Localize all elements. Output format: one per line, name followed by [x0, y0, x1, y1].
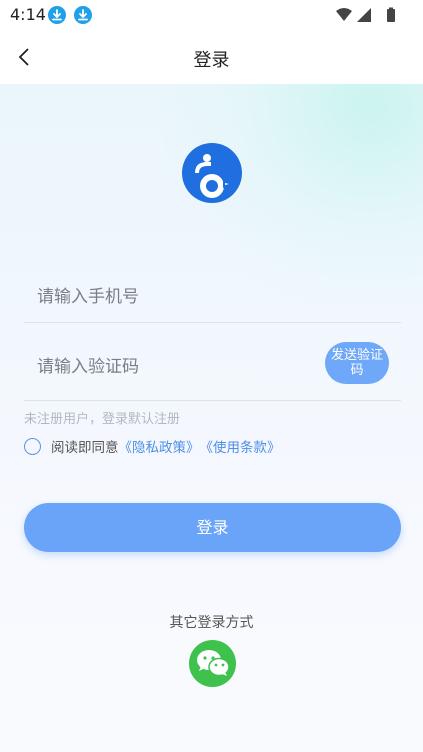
terms-of-use-link[interactable]: 《使用条款》: [200, 436, 281, 456]
register-hint: 未注册用户，登录默认注册: [24, 412, 181, 427]
login-button[interactable]: 登录: [24, 503, 401, 552]
status-bar: 4:14: [0, 0, 423, 30]
download-icon: [48, 6, 66, 24]
signal-icon: [357, 8, 371, 22]
agreement-row: 阅读即同意 《隐私政策》 《使用条款》: [24, 436, 281, 456]
wechat-icon[interactable]: [189, 640, 236, 687]
agreement-checkbox[interactable]: [24, 437, 41, 455]
phone-input[interactable]: 请输入手机号: [37, 282, 139, 307]
wifi-icon: [336, 8, 352, 21]
code-input-underline: [24, 400, 401, 401]
app-logo-icon: [181, 142, 243, 204]
send-code-label: 发送验证码: [330, 348, 383, 378]
battery-icon: [387, 9, 395, 22]
send-code-button[interactable]: 发送验证码: [325, 342, 389, 384]
page-title: 登录: [193, 50, 230, 71]
download-icon: [74, 6, 92, 24]
agreement-prefix: 阅读即同意: [51, 440, 119, 456]
status-time: 4:14: [10, 5, 46, 24]
system-status-icons: [336, 7, 395, 22]
phone-input-underline: [24, 322, 401, 323]
nav-bar: 登录: [0, 30, 423, 84]
privacy-policy-link[interactable]: 《隐私政策》: [119, 436, 200, 456]
code-input[interactable]: 请输入验证码: [37, 352, 139, 377]
other-login-label: 其它登录方式: [169, 615, 254, 631]
